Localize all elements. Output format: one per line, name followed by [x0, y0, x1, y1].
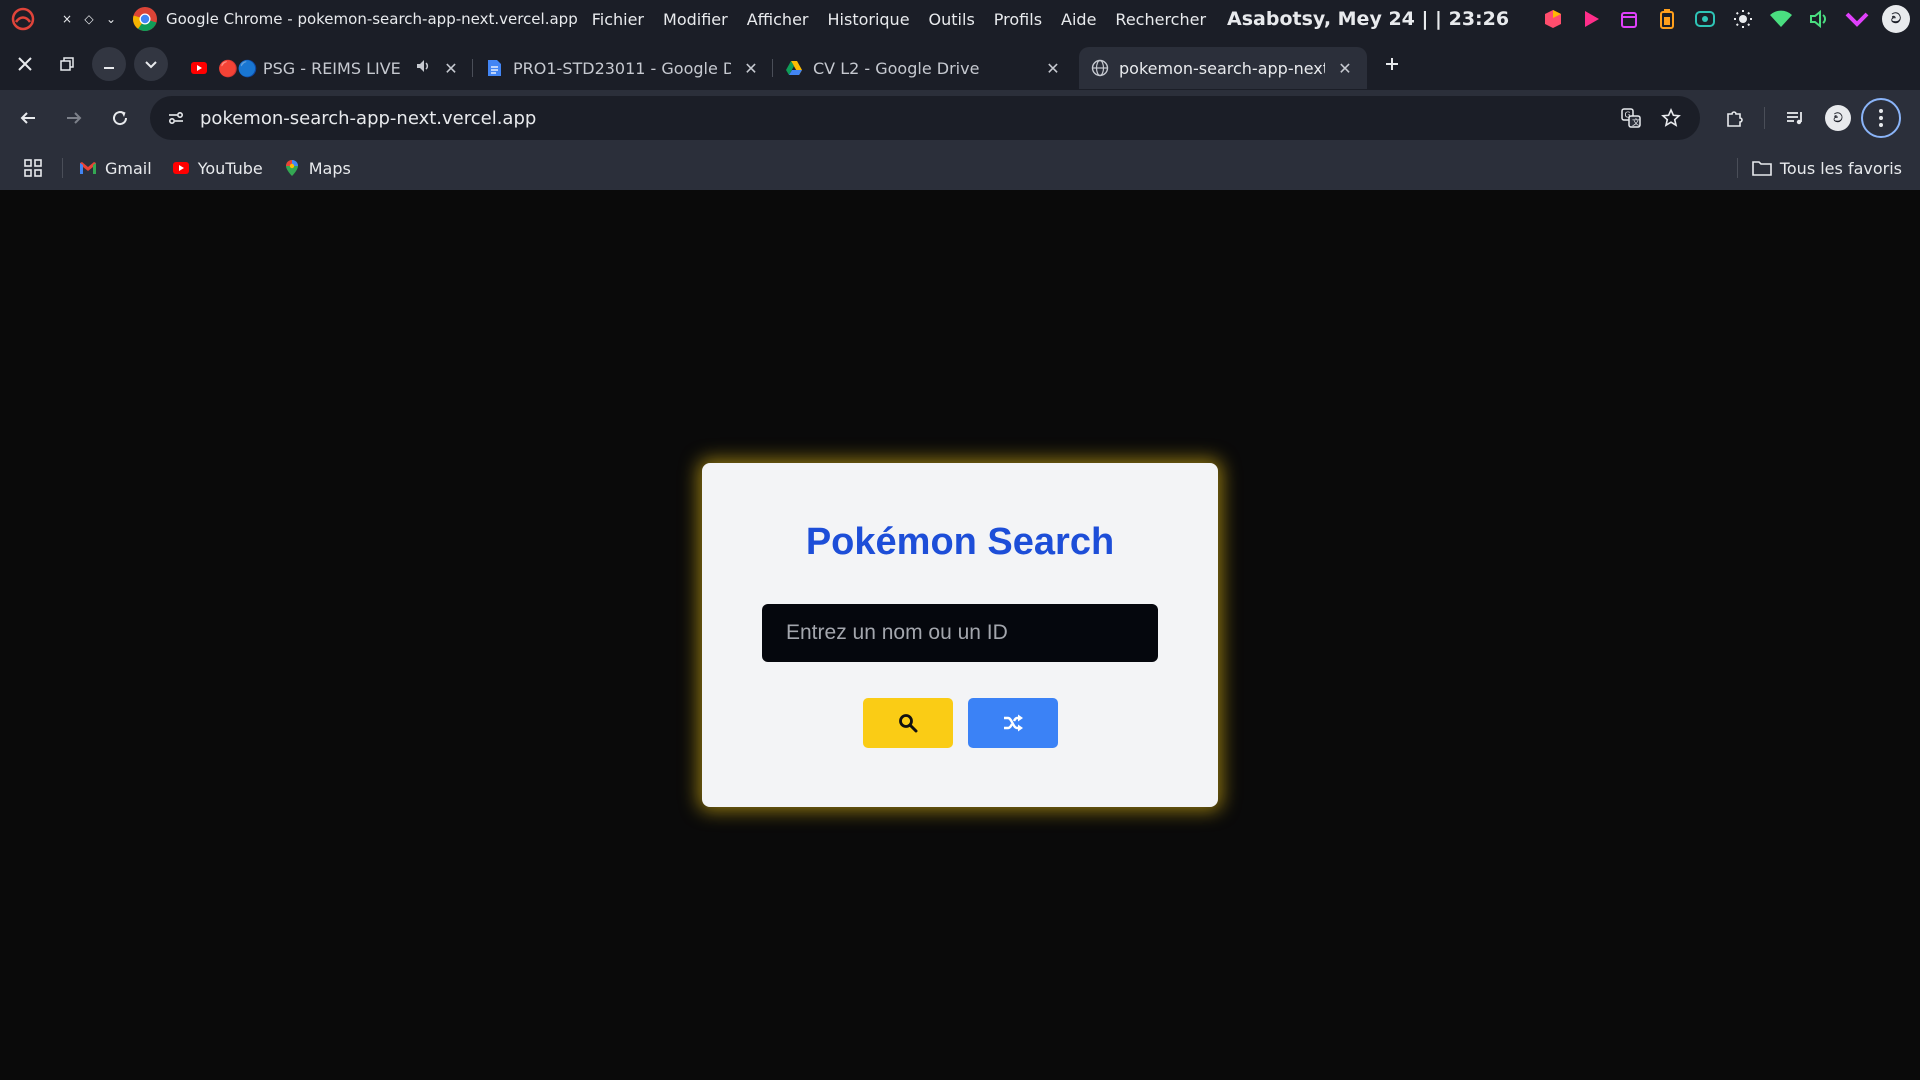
- menu-item-profils[interactable]: Profils: [994, 10, 1042, 29]
- volume-icon[interactable]: [1806, 6, 1832, 32]
- bookmark-youtube[interactable]: YouTube: [172, 159, 263, 178]
- toolbar-separator: [1764, 107, 1765, 129]
- tab-close-icon[interactable]: ✕: [441, 59, 461, 78]
- screen-record-icon[interactable]: [1692, 6, 1718, 32]
- address-url[interactable]: pokemon-search-app-next.vercel.app: [200, 108, 1608, 129]
- tab-close-icon[interactable]: ✕: [741, 59, 761, 78]
- search-card: Pokémon Search: [702, 463, 1218, 807]
- close-window-icon[interactable]: [8, 47, 42, 81]
- menu-item-aide[interactable]: Aide: [1061, 10, 1096, 29]
- bookmark-label: Gmail: [105, 158, 152, 178]
- bookmarks-separator: [1737, 158, 1738, 178]
- menu-item-historique[interactable]: Historique: [828, 10, 910, 29]
- all-bookmarks-label: Tous les favoris: [1779, 158, 1902, 178]
- site-settings-icon[interactable]: [162, 104, 190, 132]
- youtube-icon: [172, 162, 189, 174]
- minimize-window-icon[interactable]: [92, 47, 126, 81]
- system-tray: ව: [1540, 0, 1910, 38]
- menu-item-outils[interactable]: Outils: [929, 10, 975, 29]
- tab-google-drive[interactable]: CV L2 - Google Drive ✕: [773, 47, 1075, 89]
- search-button[interactable]: [862, 698, 953, 748]
- os-top-bar: × ◇ ⌄ Google Chrome - pokemon-search-app…: [0, 0, 1920, 38]
- tab-title: PRO1-STD23011 - Google Doc: [513, 58, 731, 78]
- back-arrow-icon[interactable]: [8, 98, 48, 138]
- more-menu-icon[interactable]: [1861, 98, 1901, 138]
- wifi-icon[interactable]: [1768, 6, 1794, 32]
- svg-text:G: G: [1625, 111, 1631, 120]
- apps-grid-icon[interactable]: [18, 153, 48, 183]
- os-menu-bar: Fichier Modifier Afficher Historique Out…: [592, 10, 1225, 29]
- bookmark-star-icon[interactable]: [1654, 101, 1688, 135]
- svg-text:文: 文: [1632, 117, 1640, 127]
- window-float-control[interactable]: ◇: [78, 12, 100, 26]
- window-close-control[interactable]: ×: [56, 12, 78, 26]
- os-left-group: × ◇ ⌄ Google Chrome - pokemon-search-app…: [0, 0, 1509, 38]
- google-drive-icon: [786, 61, 802, 75]
- page-viewport: Pokémon Search: [0, 190, 1920, 1080]
- restore-window-icon[interactable]: [50, 47, 84, 81]
- notification-check-icon[interactable]: [1844, 6, 1870, 32]
- tab-pokemon-search[interactable]: pokemon-search-app-next.v ✕: [1079, 47, 1367, 89]
- tab-close-icon[interactable]: ✕: [1043, 59, 1063, 78]
- random-pokemon-button[interactable]: [967, 698, 1058, 748]
- bookmark-label: YouTube: [197, 158, 263, 178]
- forward-arrow-icon[interactable]: [54, 98, 94, 138]
- folder-icon: [1752, 161, 1772, 176]
- search-icon: [898, 714, 917, 733]
- tab-google-docs[interactable]: PRO1-STD23011 - Google Doc ✕: [473, 47, 773, 89]
- tab-title: pokemon-search-app-next.v: [1119, 58, 1325, 78]
- page-title: Pokémon Search: [805, 521, 1115, 563]
- audio-playing-icon[interactable]: [415, 58, 431, 78]
- app-launcher-icon[interactable]: [1540, 6, 1566, 32]
- bookmark-maps[interactable]: Maps: [283, 159, 351, 178]
- bookmark-label: Maps: [308, 158, 351, 178]
- maps-icon: [285, 160, 298, 176]
- menu-item-fichier[interactable]: Fichier: [592, 10, 644, 29]
- bookmarks-bar: Gmail YouTube Maps Tous les favoris: [0, 146, 1920, 190]
- os-clock[interactable]: Asabotsy, Mey 24 | | 23:26: [1227, 8, 1509, 30]
- address-bar[interactable]: pokemon-search-app-next.vercel.app G文: [150, 96, 1700, 140]
- brightness-icon[interactable]: [1730, 6, 1756, 32]
- tab-close-icon[interactable]: ✕: [1335, 59, 1355, 78]
- window-menu-control[interactable]: ⌄: [100, 12, 122, 26]
- button-row: [862, 698, 1058, 748]
- bookmark-gmail[interactable]: Gmail: [79, 159, 152, 178]
- globe-icon: [1091, 59, 1109, 77]
- media-queue-icon[interactable]: [1775, 98, 1815, 138]
- profile-avatar[interactable]: ව: [1825, 105, 1851, 131]
- gmail-icon: [80, 162, 96, 174]
- tab-strip: 🔴🔵 PSG - REIMS LIVE / ✕ PRO1-STD23011 - …: [0, 38, 1920, 90]
- toolbar-actions: ව: [1714, 98, 1901, 138]
- reload-icon[interactable]: [100, 98, 140, 138]
- youtube-icon: [191, 62, 207, 74]
- translate-icon[interactable]: G文: [1614, 101, 1648, 135]
- bookmarks-separator: [62, 158, 63, 178]
- battery-icon[interactable]: [1654, 6, 1680, 32]
- tab-title: CV L2 - Google Drive: [813, 58, 980, 78]
- tab-search-chevron-icon[interactable]: [134, 47, 168, 81]
- shuffle-icon: [1003, 714, 1023, 732]
- os-app-title: Google Chrome - pokemon-search-app-next.…: [166, 10, 578, 28]
- tab-psg-reims[interactable]: 🔴🔵 PSG - REIMS LIVE / ✕: [178, 47, 473, 89]
- menu-item-modifier[interactable]: Modifier: [663, 10, 728, 29]
- menu-item-afficher[interactable]: Afficher: [747, 10, 809, 29]
- calendar-icon[interactable]: [1616, 6, 1642, 32]
- all-bookmarks-folder[interactable]: Tous les favoris: [1752, 146, 1902, 190]
- user-avatar[interactable]: ව: [1882, 5, 1910, 33]
- extensions-puzzle-icon[interactable]: [1714, 98, 1754, 138]
- distro-logo-icon[interactable]: [10, 6, 36, 32]
- media-play-icon[interactable]: [1578, 6, 1604, 32]
- pokemon-search-input[interactable]: [762, 604, 1158, 662]
- tab-title: 🔴🔵 PSG - REIMS LIVE /: [218, 58, 405, 78]
- browser-toolbar: pokemon-search-app-next.vercel.app G文 ව: [0, 90, 1920, 146]
- chrome-logo-icon: [132, 6, 158, 32]
- new-tab-plus-icon[interactable]: [1375, 47, 1409, 81]
- menu-item-rechercher[interactable]: Rechercher: [1115, 10, 1206, 29]
- google-docs-icon: [488, 60, 501, 76]
